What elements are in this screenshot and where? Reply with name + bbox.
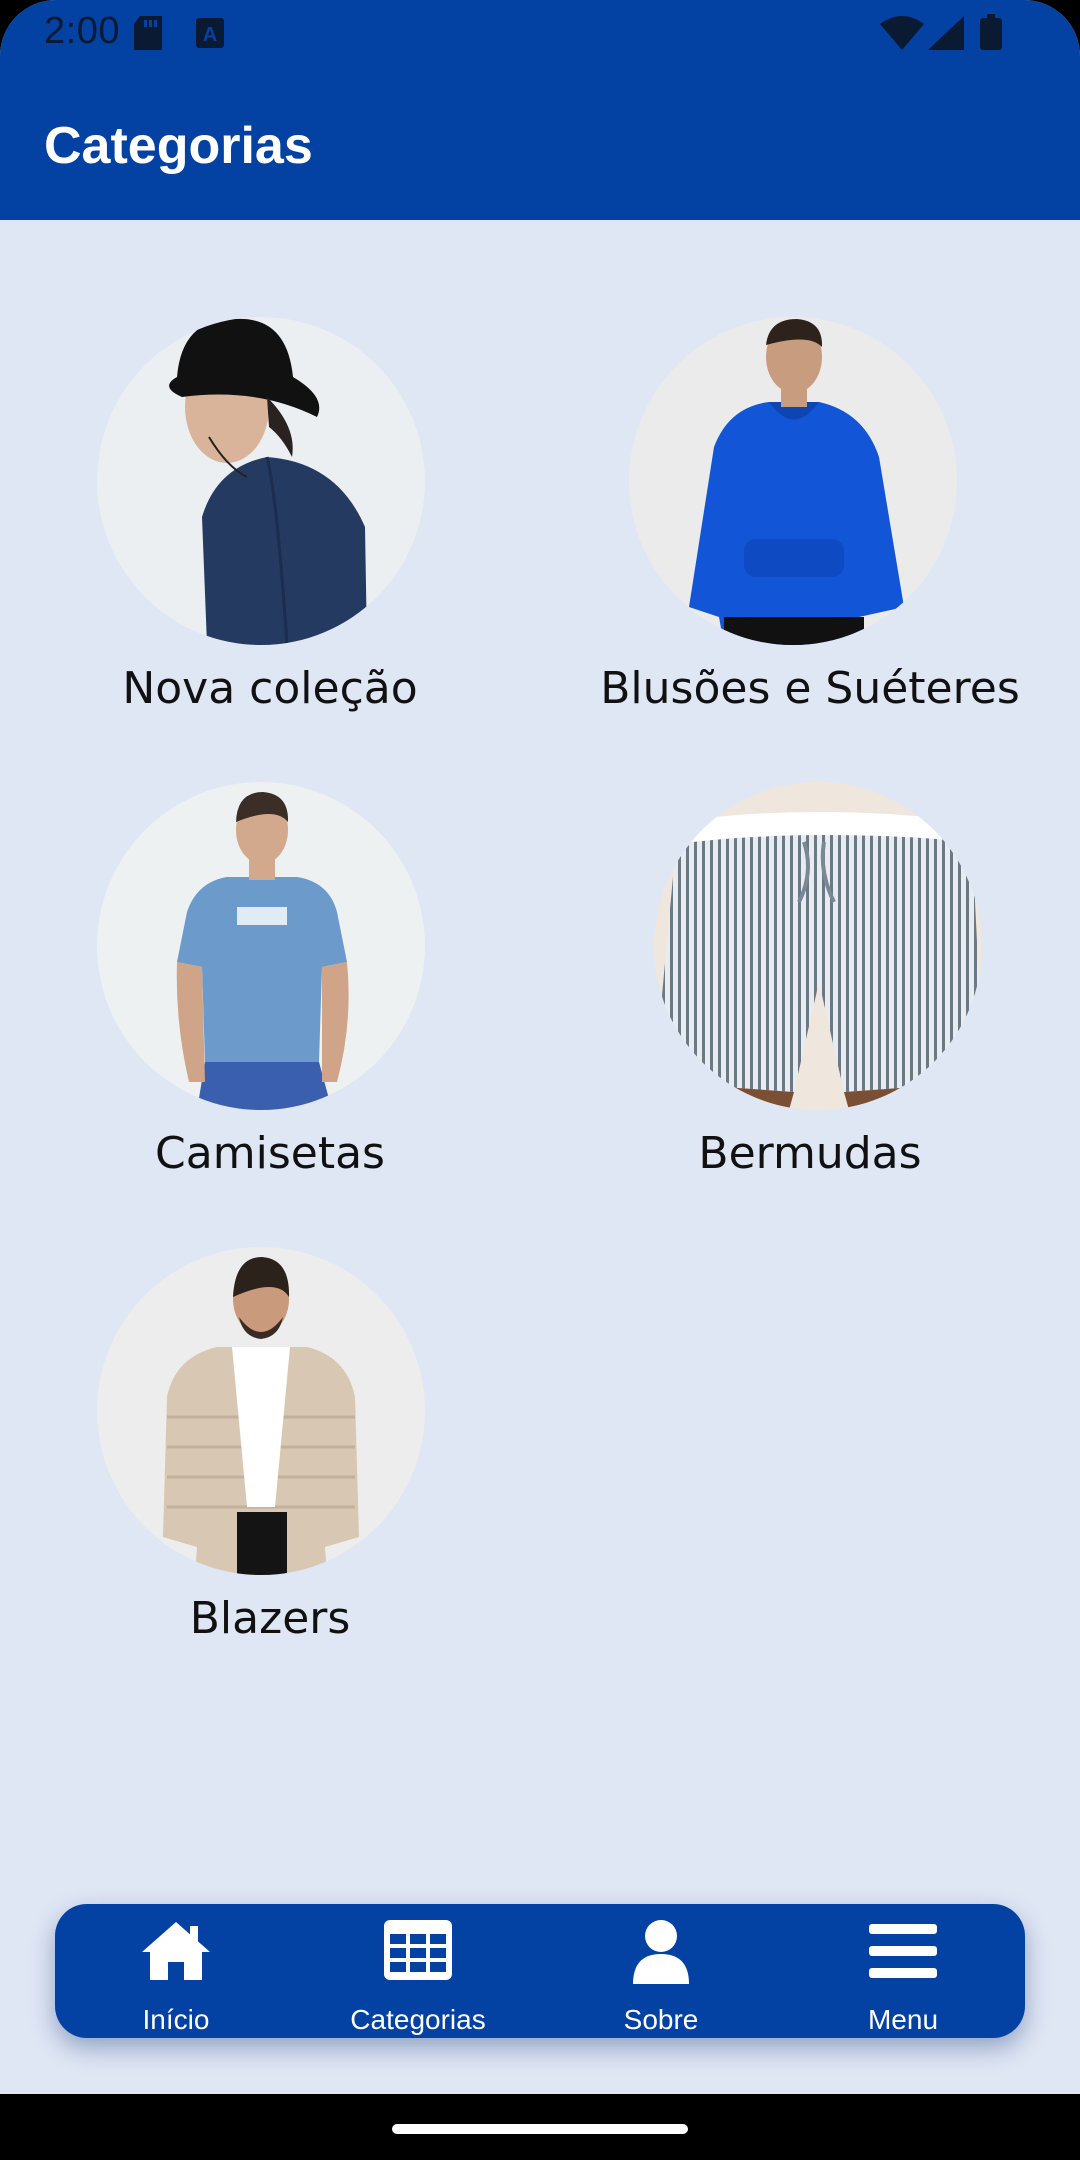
page-title: Categorias (44, 117, 313, 175)
svg-text:A: A (203, 24, 217, 46)
app-screen: 2:00 A Categorias Nova coleção Blusões e… (0, 0, 1080, 2160)
bottom-navigation: Início Categorias Sobre Menu (55, 1904, 1025, 2038)
home-icon (142, 1922, 210, 1980)
a-notification-icon: A (196, 18, 224, 48)
category-item-bermudas[interactable]: Bermudas (540, 782, 1080, 1202)
category-item-nova-colecao[interactable]: Nova coleção (0, 317, 540, 737)
grid-icon (384, 1920, 452, 1980)
nav-item-menu[interactable]: Menu (782, 1904, 1024, 2038)
category-item-blusoes-e-sueteres[interactable]: Blusões e Suéteres (540, 317, 1080, 737)
category-label: Camisetas (155, 1128, 385, 1179)
wifi-icon (880, 16, 924, 50)
status-bar: 2:00 A (0, 0, 1080, 64)
app-bar: Categorias (0, 64, 1080, 220)
nav-label: Sobre (623, 2004, 699, 2035)
category-item-blazers[interactable]: Blazers (0, 1247, 540, 1667)
status-time: 2:00 (44, 10, 120, 52)
category-label: Nova coleção (122, 663, 418, 714)
nav-label: Início (142, 2004, 210, 2035)
nav-label: Categorias (350, 2004, 486, 2035)
model-light-blue-tshirt-photo (97, 782, 425, 1110)
hamburger-menu-icon (869, 1924, 937, 1978)
battery-icon (980, 14, 1002, 50)
sd-card-icon (134, 16, 162, 50)
category-label: Blazers (189, 1593, 351, 1644)
nav-item-categorias[interactable]: Categorias (297, 1904, 539, 2038)
system-navigation-bar (0, 2094, 1080, 2160)
model-beige-puffer-jacket-photo (97, 1247, 425, 1575)
model-with-bucket-hat-photo (97, 317, 425, 645)
person-icon (633, 1920, 689, 1984)
category-label: Bermudas (698, 1128, 922, 1179)
nav-label: Menu (867, 2004, 939, 2035)
signal-icon (928, 16, 964, 50)
model-blue-hoodie-photo (629, 317, 957, 645)
nav-item-sobre[interactable]: Sobre (540, 1904, 782, 2038)
category-item-camisetas[interactable]: Camisetas (0, 782, 540, 1202)
nav-item-inicio[interactable]: Início (55, 1904, 297, 2038)
home-gesture-handle[interactable] (392, 2124, 688, 2134)
category-label: Blusões e Suéteres (600, 663, 1020, 714)
striped-shorts-photo (654, 782, 982, 1110)
